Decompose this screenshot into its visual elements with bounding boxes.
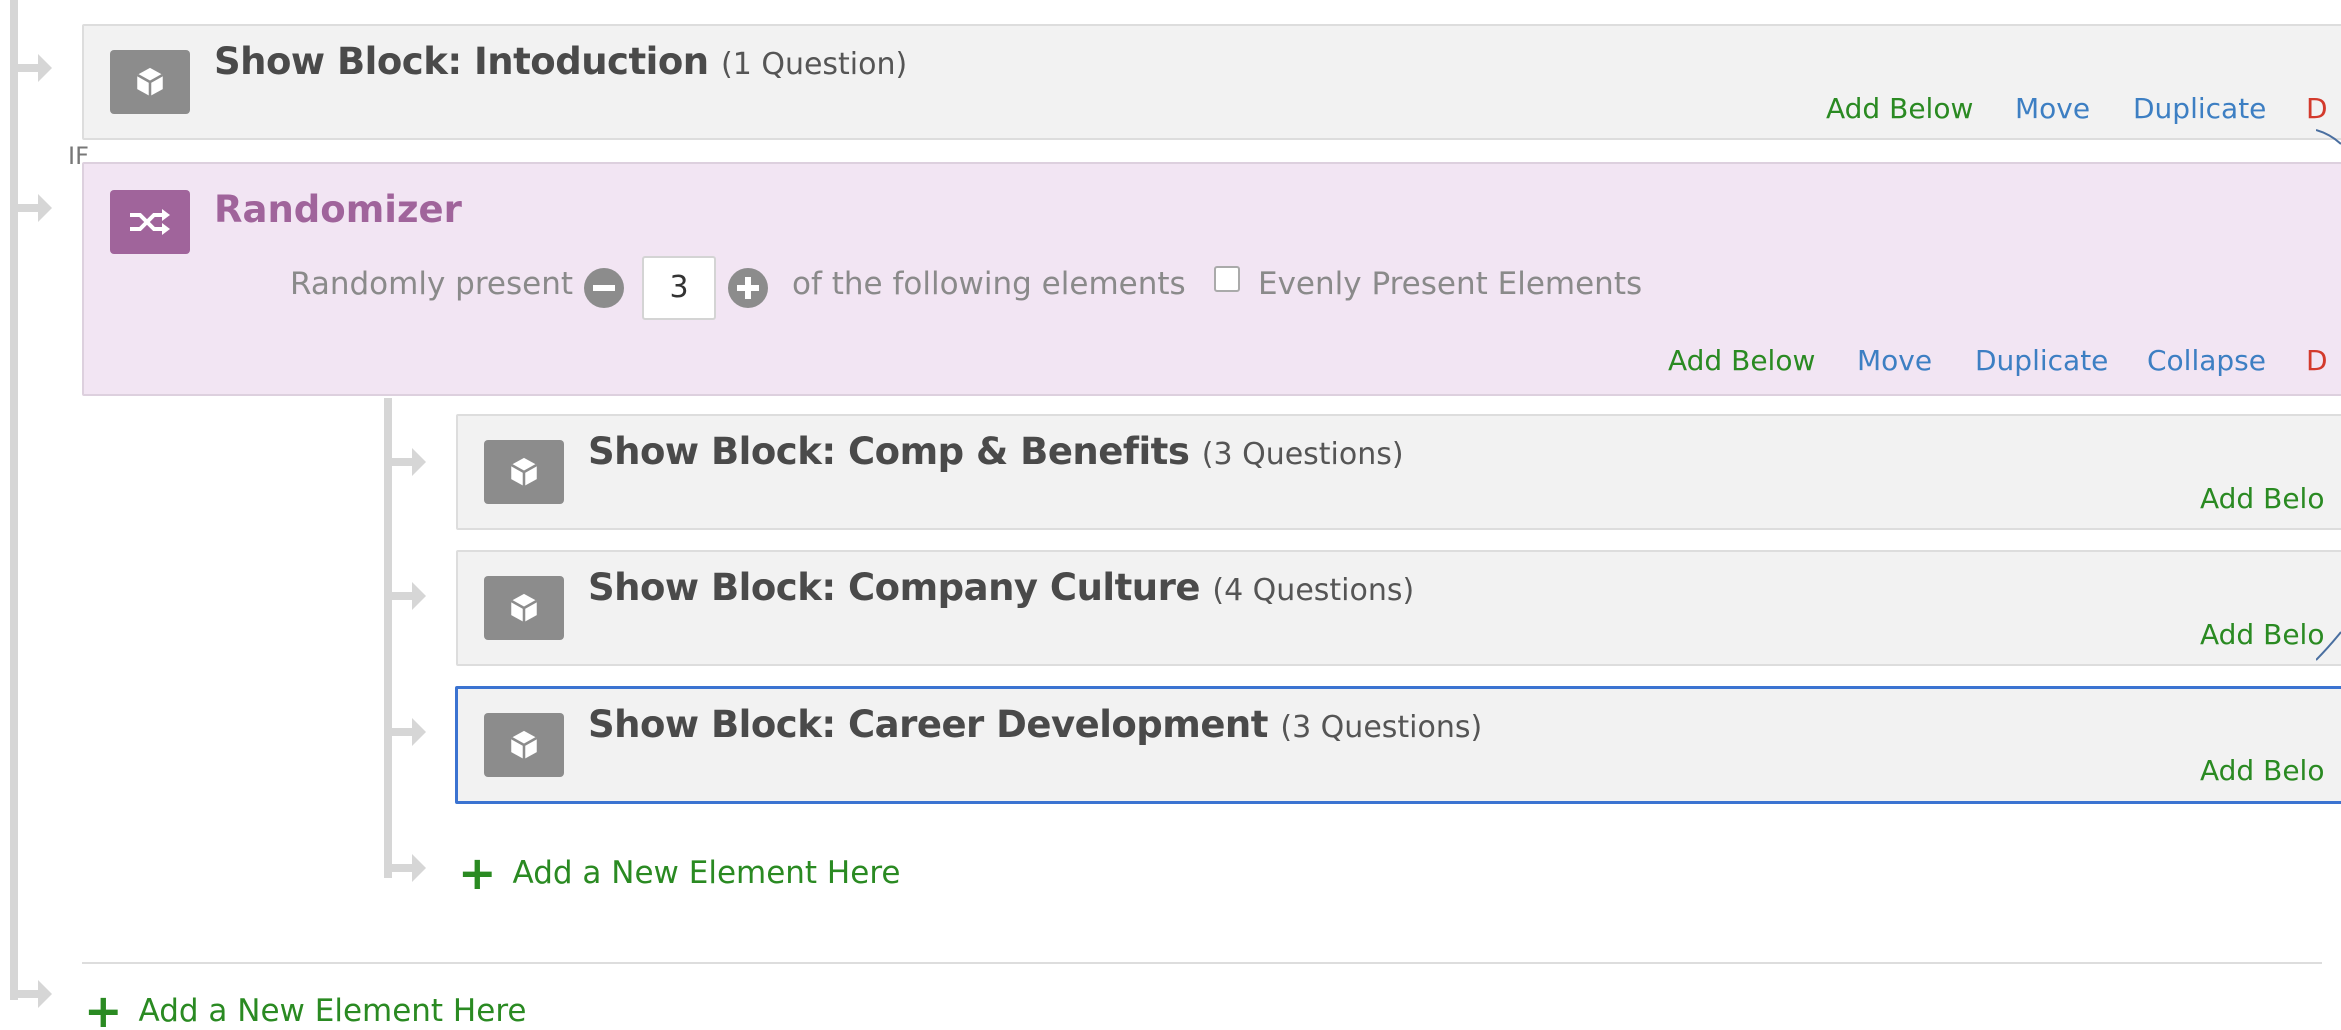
randomly-present-label: Randomly present [290,266,573,302]
plus-circle-icon[interactable] [728,268,768,308]
curve-decoration [2316,129,2341,661]
move-link[interactable]: Move [2015,92,2090,125]
cube-icon [484,576,564,640]
following-elements-label: of the following elements [792,266,1186,302]
question-count: (1 Question) [721,47,908,82]
question-count: (4 Questions) [1212,573,1415,608]
block-title: Show Block: Career Development (3 Questi… [588,703,1482,746]
add-below-link[interactable]: Add Below [1826,92,1973,125]
add-new-element-label: Add a New Element Here [512,855,901,891]
child-block-comp-benefits[interactable]: Show Block: Comp & Benefits (3 Questions… [456,414,2341,530]
present-count-input[interactable]: 3 [642,256,716,320]
child-block-company-culture[interactable]: Show Block: Company Culture (4 Questions… [456,550,2341,666]
add-new-element-inner[interactable]: + Add a New Element Here [458,850,900,896]
section-divider [82,962,2322,964]
intro-block[interactable]: Show Block: Intoduction (1 Question) [82,24,2341,140]
move-link[interactable]: Move [1857,344,1932,377]
minus-circle-icon[interactable] [584,268,624,308]
add-below-link[interactable]: Add Below [1668,344,1815,377]
child-block-career-development[interactable]: Show Block: Career Development (3 Questi… [455,686,2341,804]
duplicate-link[interactable]: Duplicate [2133,92,2266,125]
outer-tree-line [10,0,18,1000]
cube-icon [484,713,564,777]
intro-block-title: Show Block: Intoduction (1 Question) [214,40,907,83]
block-title: Show Block: Comp & Benefits (3 Questions… [588,430,1404,473]
add-new-element-outer[interactable]: + Add a New Element Here [84,988,526,1030]
block-title-text: Show Block: Intoduction [214,40,709,83]
question-count: (3 Questions) [1280,710,1483,745]
connector-arrow-icon [10,54,52,82]
plus-icon: + [458,846,497,900]
connector-arrow-icon [384,718,426,746]
evenly-present-checkbox[interactable] [1214,266,1240,292]
cube-icon [484,440,564,504]
connector-arrow-icon [384,448,426,476]
block-title-text: Show Block: Comp & Benefits [588,430,1190,473]
add-new-element-label: Add a New Element Here [138,993,527,1029]
connector-arrow-icon [384,582,426,610]
block-title-text: Show Block: Company Culture [588,566,1200,609]
block-title-text: Show Block: Career Development [588,703,1268,746]
add-below-link[interactable]: Add Belo [2200,618,2324,651]
connector-arrow-icon [10,194,52,222]
plus-icon: + [84,984,123,1030]
add-below-link[interactable]: Add Belo [2200,754,2324,787]
randomizer-title: Randomizer [214,188,462,231]
evenly-present-label: Evenly Present Elements [1258,266,1643,302]
block-title: Show Block: Company Culture (4 Questions… [588,566,1414,609]
add-below-link[interactable]: Add Belo [2200,482,2324,515]
duplicate-link[interactable]: Duplicate [1975,344,2108,377]
shuffle-icon [110,190,190,254]
question-count: (3 Questions) [1201,437,1404,472]
cube-icon [110,50,190,114]
connector-arrow-icon [384,854,426,882]
connector-arrow-icon [10,980,52,1008]
collapse-link[interactable]: Collapse [2147,344,2266,377]
